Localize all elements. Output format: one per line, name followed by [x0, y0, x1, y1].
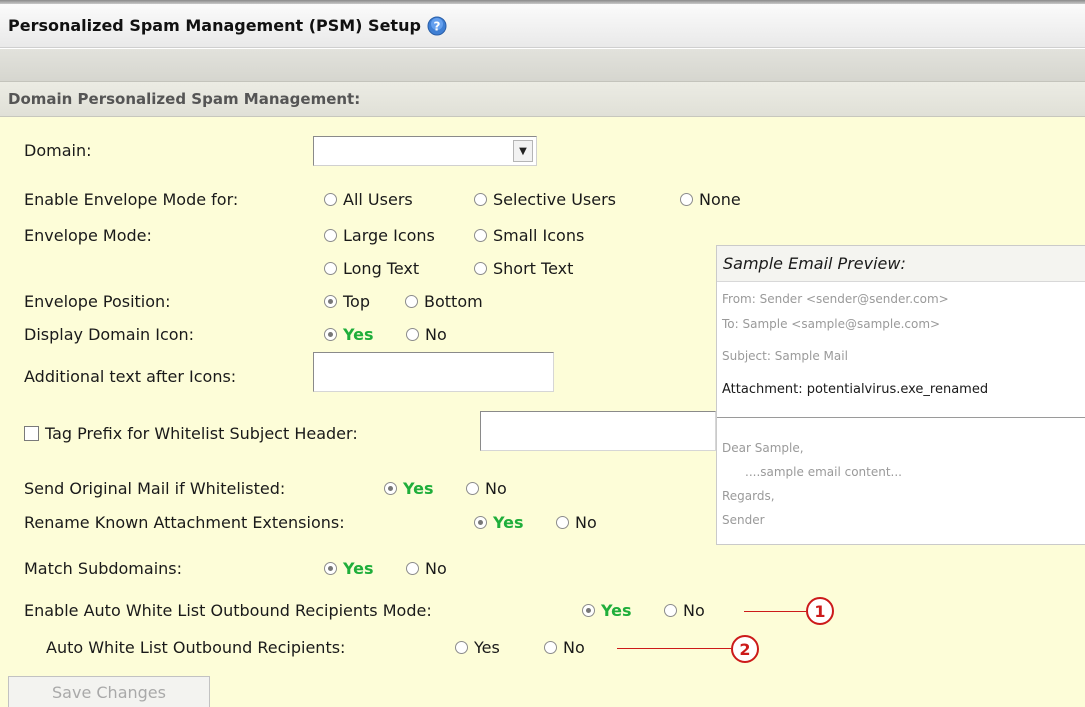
additional-text-label: Additional text after Icons: [24, 367, 237, 386]
domain-label: Domain: [24, 141, 92, 160]
radio-selective-users[interactable]: Selective Users [474, 190, 616, 209]
radio-all-users[interactable]: All Users [324, 190, 413, 209]
callout-badge-1: 1 [806, 597, 834, 625]
radio-bottom[interactable]: Bottom [405, 292, 483, 311]
radio-icon[interactable] [455, 641, 468, 654]
envelope-enable-label: Enable Envelope Mode for: [24, 190, 239, 209]
chevron-down-icon[interactable]: ▼ [513, 140, 533, 162]
radio-icon[interactable] [664, 604, 677, 617]
radio-icon[interactable] [324, 229, 337, 242]
callout-badge-2: 2 [731, 635, 759, 663]
envelope-mode-label: Envelope Mode: [24, 226, 152, 245]
radio-icon[interactable] [680, 193, 693, 206]
section-title: Domain Personalized Spam Management: [8, 90, 361, 108]
radio-icon[interactable] [324, 262, 337, 275]
section-header: Domain Personalized Spam Management: [0, 82, 1085, 117]
callout-leader-1 [744, 611, 806, 612]
radio-long-text[interactable]: Long Text [324, 259, 419, 278]
envelope-position-label: Envelope Position: [24, 292, 171, 311]
preview-greeting: Dear Sample, [722, 441, 804, 455]
radio-auto-whitelist-mode-no[interactable]: No [664, 601, 705, 620]
radio-auto-whitelist-yes[interactable]: Yes [455, 638, 500, 657]
radio-icon[interactable] [474, 229, 487, 242]
radio-rename-no[interactable]: No [556, 513, 597, 532]
radio-small-icons[interactable]: Small Icons [474, 226, 584, 245]
send-original-label: Send Original Mail if Whitelisted: [24, 479, 286, 498]
radio-icon[interactable] [544, 641, 557, 654]
toolbar-band [0, 49, 1085, 82]
radio-icon[interactable] [474, 193, 487, 206]
radio-match-subdomains-yes[interactable]: Yes [324, 559, 374, 578]
radio-large-icons[interactable]: Large Icons [324, 226, 435, 245]
tag-prefix-checkbox-row[interactable]: Tag Prefix for Whitelist Subject Header: [24, 424, 358, 443]
auto-whitelist-mode-label: Enable Auto White List Outbound Recipien… [24, 601, 432, 620]
radio-short-text[interactable]: Short Text [474, 259, 573, 278]
radio-auto-whitelist-mode-yes[interactable]: Yes [582, 601, 632, 620]
domain-select[interactable]: ▼ [313, 136, 537, 166]
svg-text:?: ? [433, 19, 440, 33]
radio-rename-yes[interactable]: Yes [474, 513, 524, 532]
tag-prefix-checkbox[interactable] [24, 426, 39, 441]
radio-match-subdomains-no[interactable]: No [406, 559, 447, 578]
match-subdomains-label: Match Subdomains: [24, 559, 183, 578]
preview-attachment: Attachment: potentialvirus.exe_renamed [722, 382, 989, 397]
radio-icon[interactable] [324, 328, 337, 341]
radio-display-icon-yes[interactable]: Yes [324, 325, 374, 344]
preview-to: To: Sample <sample@sample.com> [722, 317, 941, 331]
radio-icon[interactable] [474, 516, 487, 529]
callout-leader-2 [617, 648, 731, 649]
radio-icon[interactable] [384, 482, 397, 495]
preview-closing: Regards, [722, 489, 775, 503]
display-icon-label: Display Domain Icon: [24, 325, 195, 344]
radio-icon[interactable] [466, 482, 479, 495]
preview-content: ....sample email content... [745, 465, 902, 479]
preview-divider [717, 417, 1085, 418]
radio-icon[interactable] [582, 604, 595, 617]
radio-icon[interactable] [406, 328, 419, 341]
preview-from: From: Sender <sender@sender.com> [722, 292, 949, 306]
radio-send-original-no[interactable]: No [466, 479, 507, 498]
radio-icon[interactable] [324, 295, 337, 308]
radio-icon[interactable] [474, 262, 487, 275]
radio-send-original-yes[interactable]: Yes [384, 479, 434, 498]
save-changes-button[interactable]: Save Changes [8, 676, 210, 707]
radio-top[interactable]: Top [324, 292, 370, 311]
radio-icon[interactable] [324, 562, 337, 575]
additional-text-input[interactable] [313, 352, 554, 392]
radio-icon[interactable] [405, 295, 418, 308]
preview-title: Sample Email Preview: [717, 246, 1085, 282]
page-title: Personalized Spam Management (PSM) Setup [8, 16, 421, 35]
tag-prefix-input[interactable] [480, 411, 716, 451]
radio-icon[interactable] [556, 516, 569, 529]
auto-whitelist-label: Auto White List Outbound Recipients: [46, 638, 346, 657]
radio-auto-whitelist-no[interactable]: No [544, 638, 585, 657]
help-icon[interactable]: ? [427, 16, 447, 36]
radio-display-icon-no[interactable]: No [406, 325, 447, 344]
preview-subject: Subject: Sample Mail [722, 349, 848, 363]
preview-signature: Sender [722, 513, 765, 527]
page-header: Personalized Spam Management (PSM) Setup… [0, 4, 1085, 48]
radio-icon[interactable] [406, 562, 419, 575]
sample-email-preview: Sample Email Preview: From: Sender <send… [716, 245, 1085, 545]
tag-prefix-label: Tag Prefix for Whitelist Subject Header: [45, 424, 358, 443]
radio-icon[interactable] [324, 193, 337, 206]
radio-none[interactable]: None [680, 190, 741, 209]
rename-attachments-label: Rename Known Attachment Extensions: [24, 513, 345, 532]
